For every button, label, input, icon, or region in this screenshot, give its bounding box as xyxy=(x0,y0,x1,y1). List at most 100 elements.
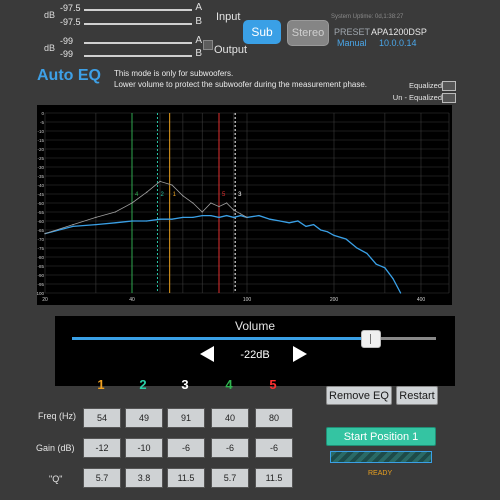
auto-eq-description-line-2: Lower volume to protect the subwoofer du… xyxy=(114,80,368,89)
y-tick-label: -65 xyxy=(37,228,44,233)
output-mute-toggle[interactable] xyxy=(203,40,213,50)
series-point-unequalized xyxy=(171,184,173,186)
series-point-equalized xyxy=(226,215,228,217)
legend-unequalized-toggle[interactable] xyxy=(442,93,456,103)
y-tick-label: -45 xyxy=(37,192,44,197)
q-band-3-field[interactable]: 11.5 xyxy=(167,468,205,488)
volume-slider[interactable] xyxy=(72,330,436,348)
series-point-unequalized xyxy=(72,224,74,226)
q-band-1-field[interactable]: 5.7 xyxy=(83,468,121,488)
series-point-equalized xyxy=(182,216,184,218)
freq-band-3-field[interactable]: 91 xyxy=(167,408,205,428)
y-tick-label: -10 xyxy=(37,129,44,134)
y-tick-label: -100 xyxy=(37,291,44,296)
series-point-equalized xyxy=(218,216,220,218)
series-point-equalized xyxy=(356,247,358,249)
input-meter-a: -97.5 A xyxy=(60,2,202,15)
series-point-unequalized xyxy=(226,202,228,204)
series-point-equalized xyxy=(233,216,235,218)
series-point-equalized xyxy=(279,220,281,222)
remove-eq-button[interactable]: Remove EQ xyxy=(326,386,392,405)
output-meter-a-channel: A xyxy=(195,35,202,46)
series-point-equalized xyxy=(305,225,307,227)
gain-band-1-field[interactable]: -12 xyxy=(83,438,121,458)
series-point-equalized xyxy=(192,216,194,218)
eq-marker-label-4: 4 xyxy=(135,192,139,198)
output-meter-a-bar xyxy=(84,42,192,44)
frequency-response-chart: 0 -5 -10 -15 -20 -25 -30 -35 -40 -45 -50 -55 -60 -65 -… xyxy=(35,105,452,305)
y-tick-label: -35 xyxy=(37,174,44,179)
volume-up-arrow-icon[interactable] xyxy=(293,346,307,362)
series-point-equalized xyxy=(297,220,299,222)
y-tick-label: -30 xyxy=(37,165,44,170)
freq-band-5-field[interactable]: 80 xyxy=(255,408,293,428)
eq-marker-label-5: 5 xyxy=(222,192,226,198)
restart-button[interactable]: Restart xyxy=(396,386,438,405)
freq-band-2-field[interactable]: 49 xyxy=(125,408,163,428)
series-point-equalized xyxy=(399,292,402,294)
series-point-unequalized xyxy=(146,191,148,193)
y-tick-label: -25 xyxy=(37,156,44,161)
series-point-equalized xyxy=(288,222,290,224)
y-tick-label: -40 xyxy=(37,183,44,188)
y-tick-label: -70 xyxy=(37,237,44,242)
q-band-4-field[interactable]: 5.7 xyxy=(211,468,249,488)
series-point-equalized xyxy=(269,218,271,220)
q-band-5-field[interactable]: 11.5 xyxy=(255,468,293,488)
series-point-unequalized xyxy=(233,209,235,211)
series-point-equalized xyxy=(258,215,260,217)
freq-band-1-field[interactable]: 54 xyxy=(83,408,121,428)
output-meter-b-channel: B xyxy=(195,48,202,59)
system-uptime: System Uptime: 0d,1:38:27 xyxy=(331,14,404,20)
x-tick-label: 20 xyxy=(42,297,48,303)
gain-band-2-field[interactable]: -10 xyxy=(125,438,163,458)
input-meter-b: -97.5 B xyxy=(60,16,202,29)
y-tick-label: -90 xyxy=(37,273,44,278)
q-band-2-field[interactable]: 3.8 xyxy=(125,468,163,488)
volume-slider-thumb[interactable] xyxy=(361,330,382,348)
series-point-equalized xyxy=(159,218,161,220)
gain-band-3-field[interactable]: -6 xyxy=(167,438,205,458)
y-tick-label: -15 xyxy=(37,138,44,143)
series-point-unequalized xyxy=(95,216,97,218)
series-point-unequalized xyxy=(182,195,184,197)
series-point-equalized xyxy=(392,278,394,280)
series-point-equalized xyxy=(375,263,377,265)
series-point-equalized xyxy=(320,229,322,231)
input-unit-label: dB xyxy=(44,10,56,20)
series-point-unequalized xyxy=(210,202,212,204)
series-point-unequalized xyxy=(246,216,248,218)
output-meter-b-bar xyxy=(84,55,192,57)
status-label: READY xyxy=(368,470,393,477)
series-point-unequalized xyxy=(114,211,116,213)
gain-band-5-field[interactable]: -6 xyxy=(255,438,293,458)
input-meter-b-value: -97.5 xyxy=(60,17,81,27)
y-tick-label: -20 xyxy=(37,147,44,152)
legend-unequalized-label: Un - Equalized xyxy=(392,93,442,102)
x-tick-label: 40 xyxy=(129,297,135,303)
y-tick-label: -60 xyxy=(37,219,44,224)
gain-band-4-field[interactable]: -6 xyxy=(211,438,249,458)
freq-band-4-field[interactable]: 40 xyxy=(211,408,249,428)
eq-marker-label-2: 2 xyxy=(160,192,164,198)
y-tick-label: -80 xyxy=(37,255,44,260)
start-position-button[interactable]: Start Position 1 xyxy=(326,427,436,446)
x-tick-label: 200 xyxy=(330,297,339,303)
input-meter-a-channel: A xyxy=(195,2,202,13)
y-tick-label: -50 xyxy=(37,201,44,206)
series-point-equalized xyxy=(384,267,386,269)
volume-slider-fill xyxy=(72,337,371,340)
series-point-unequalized xyxy=(192,202,194,204)
legend-equalized-toggle[interactable] xyxy=(442,81,456,91)
series-point-equalized xyxy=(171,218,173,220)
input-meter-a-value: -97.5 xyxy=(60,3,81,13)
sub-button[interactable]: Sub xyxy=(243,20,281,44)
band-number-1: 1 xyxy=(97,377,105,392)
output-meter-a: -99 A xyxy=(60,35,202,48)
input-meter-b-channel: B xyxy=(195,16,202,27)
series-point-unequalized xyxy=(218,206,220,208)
band-number-2: 2 xyxy=(139,377,147,392)
stereo-button[interactable]: Stereo xyxy=(287,20,329,46)
volume-title: Volume xyxy=(234,319,276,333)
y-tick-label: -5 xyxy=(40,120,44,125)
